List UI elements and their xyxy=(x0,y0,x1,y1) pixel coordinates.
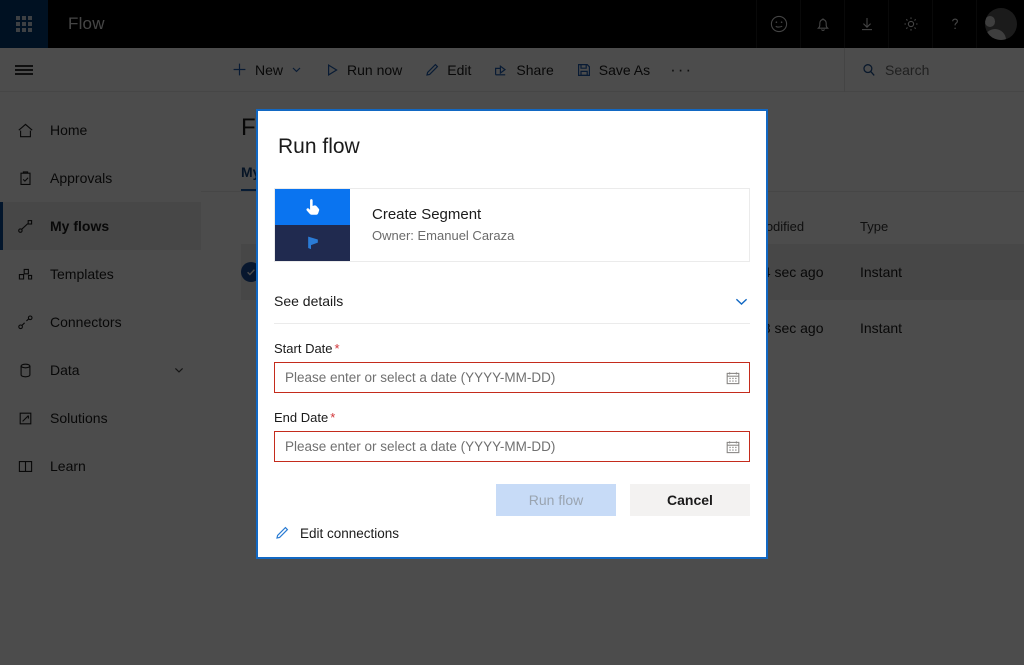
run-flow-button[interactable]: Run flow xyxy=(496,484,616,516)
edit-connections-link[interactable]: Edit connections xyxy=(274,525,399,541)
end-date-input[interactable] xyxy=(274,431,750,462)
dynamics-365-logo-icon xyxy=(275,225,350,261)
flow-icon-tiles xyxy=(275,189,350,261)
start-date-label-text: Start Date xyxy=(274,341,333,356)
dialog-title: Run flow xyxy=(258,111,766,159)
required-asterisk: * xyxy=(330,410,335,425)
start-date-label: Start Date* xyxy=(274,341,750,356)
flow-summary-card: Create Segment Owner: Emanuel Caraza xyxy=(274,188,750,262)
flow-meta: Create Segment Owner: Emanuel Caraza xyxy=(350,189,514,261)
tap-hand-icon xyxy=(275,189,350,225)
see-details-label: See details xyxy=(274,293,343,309)
start-date-textbox[interactable] xyxy=(285,370,719,385)
start-date-input[interactable] xyxy=(274,362,750,393)
see-details-toggle[interactable]: See details xyxy=(274,279,750,324)
end-date-textbox[interactable] xyxy=(285,439,719,454)
chevron-down-icon[interactable] xyxy=(733,293,750,310)
calendar-icon[interactable] xyxy=(725,370,741,386)
dialog-button-row: Run flow Cancel xyxy=(274,462,750,516)
end-date-label-text: End Date xyxy=(274,410,328,425)
end-date-field-group: End Date* xyxy=(274,393,750,462)
run-flow-dialog: Run flow Create Segment Owner: Emanuel C… xyxy=(256,109,768,559)
flow-name: Create Segment xyxy=(372,206,514,223)
required-asterisk: * xyxy=(335,341,340,356)
calendar-icon[interactable] xyxy=(725,439,741,455)
end-date-label: End Date* xyxy=(274,410,750,425)
edit-connections-label: Edit connections xyxy=(300,526,399,541)
dialog-footer: Run flow Cancel Edit connections xyxy=(258,462,766,557)
flow-owner: Owner: Emanuel Caraza xyxy=(372,228,514,243)
pencil-icon xyxy=(274,525,290,541)
flow-app-window: Flow xyxy=(0,0,1024,665)
start-date-field-group: Start Date* xyxy=(274,324,750,393)
cancel-button[interactable]: Cancel xyxy=(630,484,750,516)
